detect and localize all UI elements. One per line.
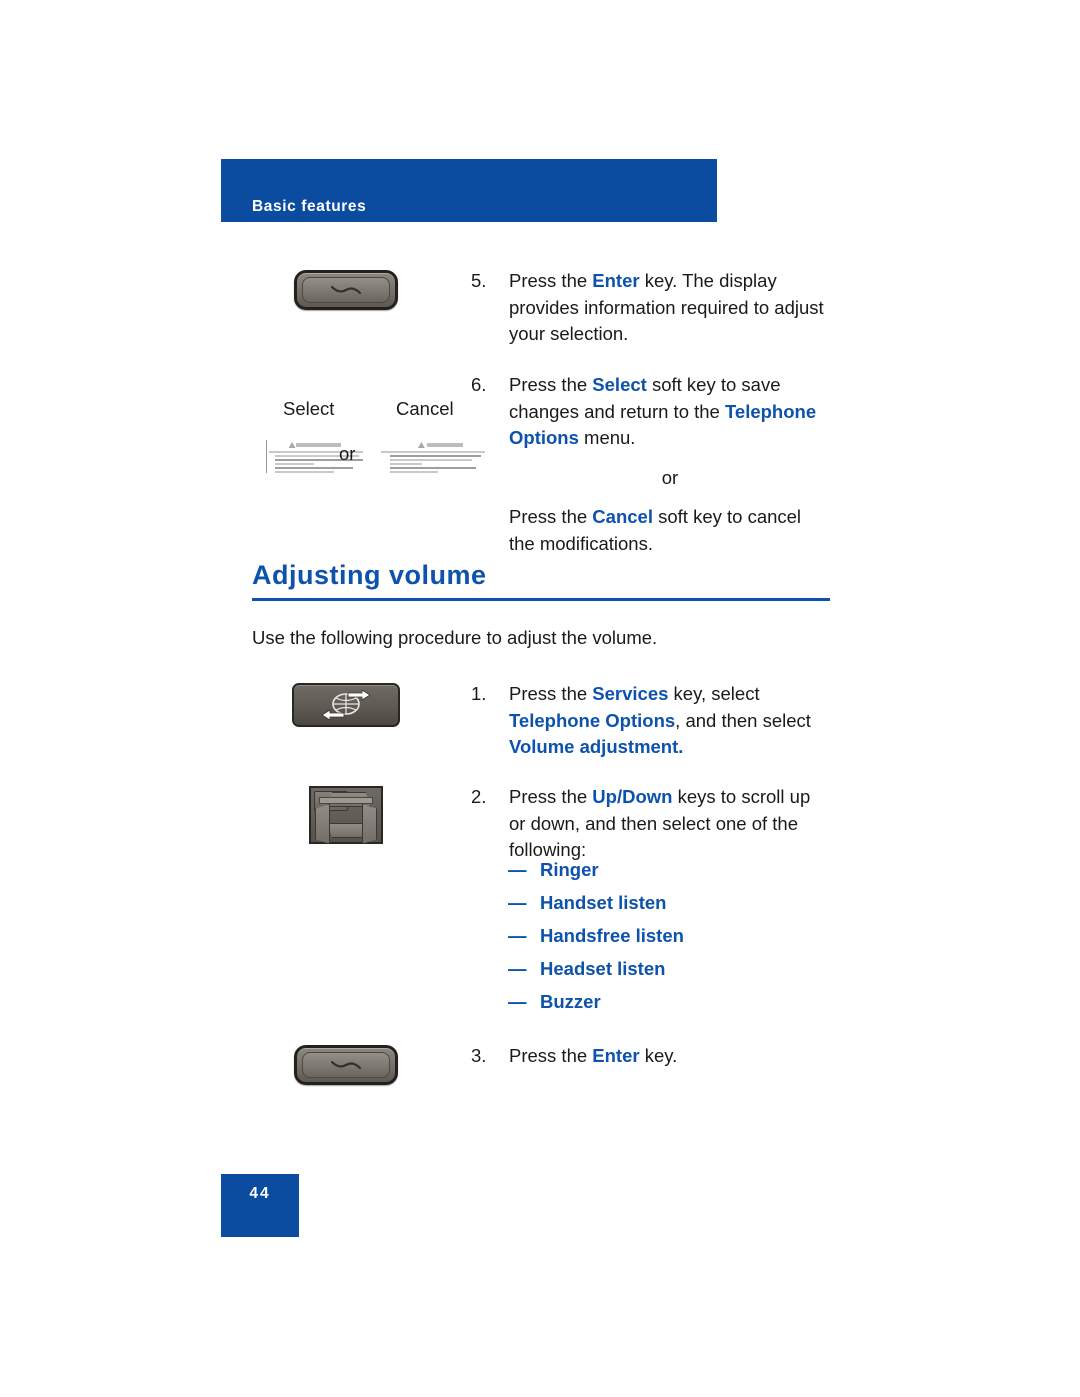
enter-key-glyph <box>331 1060 361 1070</box>
bullet-dash-icon: — <box>508 991 527 1012</box>
step-5-artwork <box>221 268 471 310</box>
vs1-seg-2: key, select <box>668 683 760 704</box>
vs1-seg-4: , and then select <box>675 709 811 731</box>
volume-options-list: — Ringer — Handset listen — Handsfree li… <box>508 858 838 1023</box>
step-5-row: 5. Press the Enter key. The display prov… <box>221 268 831 348</box>
volume-step-1-number: 1. <box>471 683 487 704</box>
list-item: — Handset listen <box>508 891 838 915</box>
volume-step-1-row: 1. Press the Services key, select Teleph… <box>221 681 831 761</box>
vs3-seg-0: Press the <box>509 1045 593 1066</box>
step-5-seg-0: Press the <box>509 270 593 291</box>
volume-step-3-text: Press the Enter key. <box>509 1043 677 1070</box>
vs1-seg-1: Services <box>592 683 669 704</box>
volume-step-2-text: Press the Up/Down keys to scroll up or d… <box>509 784 831 864</box>
volume-step-3-artwork <box>221 1043 471 1085</box>
section-heading: Adjusting volume <box>252 560 487 590</box>
vs1-seg-3: Telephone Options <box>509 709 676 731</box>
softkey-labels: Select Cancel <box>221 398 501 428</box>
step-6b-seg-0: Press the <box>509 506 593 527</box>
vs1-seg-5: Volume adjustment. <box>509 736 684 757</box>
step-6-or-separator: or <box>661 466 679 488</box>
section-heading-rule <box>252 598 830 601</box>
list-item: — Handsfree listen <box>508 924 838 948</box>
bullet-dash-icon: — <box>508 925 527 946</box>
softkey-cancel-thumbnail <box>379 440 487 473</box>
bullet-label: Handsfree listen <box>540 925 684 946</box>
softkey-thumbnails-row: or <box>221 440 501 476</box>
nav-right-key <box>362 804 377 844</box>
volume-step-1-body: 1. Press the Services key, select Teleph… <box>471 681 831 761</box>
list-item: — Ringer <box>508 858 838 882</box>
volume-step-1-artwork <box>221 681 471 727</box>
step-5-body: 5. Press the Enter key. The display prov… <box>471 268 831 348</box>
vs2-seg-0: Press the <box>509 786 593 807</box>
step-6-artwork-spacer <box>221 372 471 374</box>
enter-key-icon <box>294 270 398 310</box>
softkey-artwork-block: Select Cancel or <box>221 398 501 476</box>
bullet-dash-icon: — <box>508 958 527 979</box>
bullet-label: Handset listen <box>540 892 667 913</box>
volume-step-3-row: 3. Press the Enter key. <box>221 1043 831 1085</box>
step-6-seg-4: menu. <box>578 427 636 448</box>
step-6-number: 6. <box>471 374 487 395</box>
step-6-seg-1: Select <box>592 374 647 395</box>
navigation-cluster-icon <box>309 786 383 844</box>
softkey-label-cancel: Cancel <box>396 398 454 419</box>
volume-step-2-row: 2. Press the Up/Down keys to scroll up o… <box>221 784 831 864</box>
softkey-label-select: Select <box>283 398 335 419</box>
section-intro-text: Use the following procedure to adjust th… <box>252 627 658 648</box>
enter-key-icon <box>294 1045 398 1085</box>
enter-key-glyph <box>331 285 361 295</box>
step-5-number: 5. <box>471 270 487 291</box>
bullet-label: Headset listen <box>540 958 666 979</box>
volume-step-3-number: 3. <box>471 1045 487 1066</box>
globe-arrows-icon <box>321 690 371 720</box>
softkey-or-label: or <box>339 443 356 464</box>
step-6-paragraph-1: Press the Select soft key to save change… <box>509 372 831 452</box>
vs3-seg-2: key. <box>639 1045 678 1066</box>
list-item: — Headset listen <box>508 957 838 981</box>
bullet-label: Buzzer <box>540 991 601 1012</box>
step-5-seg-1: Enter <box>592 270 640 291</box>
services-key-icon <box>292 683 400 727</box>
page-header-band: Basic features <box>221 159 717 222</box>
page-header-title: Basic features <box>252 198 367 215</box>
volume-step-3-body: 3. Press the Enter key. <box>471 1043 831 1070</box>
section-adjusting-volume: Adjusting volume Use the following proce… <box>252 560 830 652</box>
step-6-text: Press the Select soft key to save change… <box>509 372 831 557</box>
vs2-seg-1: Up/Down <box>592 786 673 807</box>
bullet-dash-icon: — <box>508 859 527 880</box>
bullet-dash-icon: — <box>508 892 527 913</box>
volume-step-2-body: 2. Press the Up/Down keys to scroll up o… <box>471 784 831 864</box>
list-item: — Buzzer <box>508 990 838 1014</box>
vs1-seg-0: Press the <box>509 683 593 704</box>
step-6b-seg-1: Cancel <box>592 506 653 527</box>
step-5-text: Press the Enter key. The display provide… <box>509 268 831 348</box>
volume-step-2-artwork <box>221 784 471 844</box>
vs3-seg-1: Enter <box>592 1045 640 1066</box>
nav-left-key <box>315 804 330 844</box>
page-number-badge: 44 <box>221 1174 299 1237</box>
step-6-body: 6. Press the Select soft key to save cha… <box>471 372 831 557</box>
step-6-paragraph-2: Press the Cancel soft key to cancel the … <box>509 504 831 557</box>
bullet-label: Ringer <box>540 859 599 880</box>
step-6-seg-0: Press the <box>509 374 593 395</box>
volume-step-2-number: 2. <box>471 786 487 807</box>
volume-step-1-text: Press the Services key, select Telephone… <box>509 681 831 761</box>
